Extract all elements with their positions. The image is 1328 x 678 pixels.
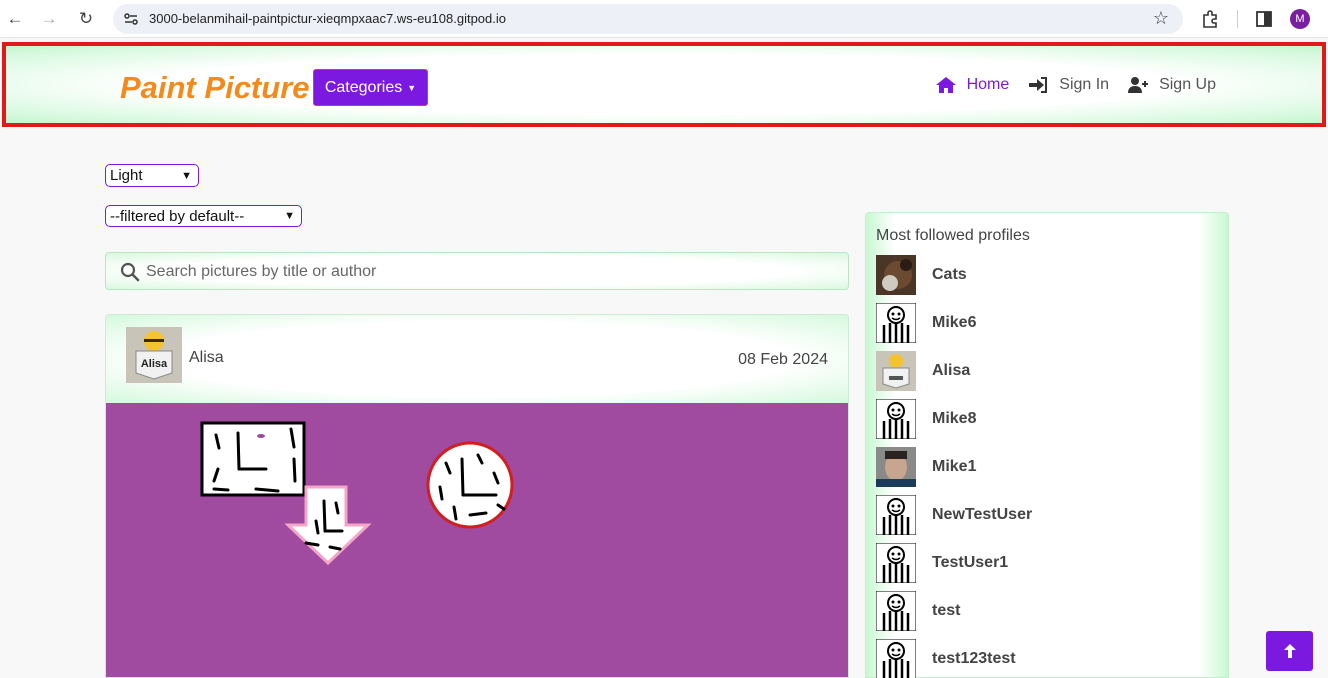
bookmark-star-icon[interactable]: ☆ — [1153, 8, 1169, 29]
back-to-top-button[interactable] — [1266, 631, 1313, 671]
categories-dropdown-button[interactable]: Categories ▼ — [313, 69, 428, 106]
filter-select[interactable]: --filtered by default-- ▼ — [105, 205, 302, 227]
picture-post-card: Alisa Alisa 08 Feb 2024 — [105, 314, 849, 678]
most-followed-sidebar: Most followed profiles Cats Mike6 Alisa Mik… — [865, 212, 1229, 678]
toolbar-divider — [1237, 10, 1238, 28]
profile-name[interactable]: Mike1 — [932, 458, 976, 476]
nav-sign-up[interactable]: Sign Up — [1127, 76, 1216, 94]
side-panel-icon[interactable] — [1254, 9, 1274, 29]
theme-select-value: Light — [110, 167, 143, 184]
picture-canvas[interactable] — [106, 403, 848, 677]
forward-icon[interactable]: → — [37, 7, 61, 31]
profile-avatar[interactable] — [876, 255, 916, 295]
nav-home[interactable]: Home — [935, 76, 1010, 94]
profile-row[interactable]: Mike1 — [876, 447, 976, 487]
post-author-name[interactable]: Alisa — [189, 349, 224, 367]
profile-avatar[interactable] — [876, 639, 916, 678]
browser-toolbar: ← → ↻ 3000-belanmihail-paintpictur-xieqm… — [0, 0, 1328, 38]
url-text: 3000-belanmihail-paintpictur-xieqmpxaac7… — [149, 11, 506, 26]
profile-name[interactable]: NewTestUser — [932, 506, 1032, 524]
user-plus-icon — [1128, 77, 1149, 93]
reload-icon[interactable]: ↻ — [74, 7, 98, 31]
home-icon — [935, 77, 956, 93]
profile-row[interactable]: test — [876, 591, 960, 631]
search-bar — [105, 252, 849, 290]
profile-avatar[interactable] — [876, 399, 916, 439]
author-avatar[interactable]: Alisa — [126, 327, 182, 383]
profile-avatar[interactable] — [876, 543, 916, 583]
sidebar-title: Most followed profiles — [876, 227, 1030, 244]
extensions-icon[interactable] — [1200, 9, 1220, 29]
profile-name[interactable]: Cats — [932, 266, 967, 284]
profile-row[interactable]: Cats — [876, 255, 967, 295]
post-date: 08 Feb 2024 — [738, 351, 828, 368]
categories-label: Categories — [324, 78, 403, 96]
nav-home-label: Home — [966, 76, 1010, 93]
profile-avatar[interactable] — [876, 303, 916, 343]
profile-row[interactable]: NewTestUser — [876, 495, 1032, 535]
profile-row[interactable]: TestUser1 — [876, 543, 1008, 583]
theme-select[interactable]: Light ▼ — [105, 164, 199, 187]
nav-sign-in[interactable]: Sign In — [1027, 76, 1109, 94]
back-icon[interactable]: ← — [3, 7, 27, 31]
browser-profile-avatar[interactable]: M — [1290, 9, 1310, 29]
search-input[interactable] — [146, 261, 836, 283]
nav-sign-up-label: Sign Up — [1159, 76, 1216, 93]
profile-name[interactable]: Mike6 — [932, 314, 976, 332]
post-header: Alisa Alisa 08 Feb 2024 — [106, 315, 848, 403]
main-nav: Home Sign In Sign Up — [935, 76, 1216, 94]
profile-name[interactable]: test — [932, 602, 960, 620]
filter-select-value: --filtered by default-- — [110, 207, 245, 225]
profile-row[interactable]: test123test — [876, 639, 1016, 678]
profile-row[interactable]: Mike8 — [876, 399, 976, 439]
profile-avatar[interactable] — [876, 447, 916, 487]
profile-avatar[interactable] — [876, 351, 916, 391]
nav-sign-in-label: Sign In — [1059, 76, 1110, 93]
profile-row[interactable]: Mike6 — [876, 303, 976, 343]
site-header: Paint Picture Categories ▼ Home Sign In … — [2, 42, 1326, 127]
profile-name[interactable]: Mike8 — [932, 410, 976, 428]
profile-avatar[interactable] — [876, 495, 916, 535]
caret-down-icon: ▼ — [407, 82, 417, 93]
chevron-down-icon: ▼ — [181, 169, 192, 182]
address-bar[interactable]: 3000-belanmihail-paintpictur-xieqmpxaac7… — [113, 4, 1183, 34]
profile-name[interactable]: test123test — [932, 650, 1016, 668]
sign-in-icon — [1029, 77, 1048, 93]
chevron-down-icon: ▼ — [284, 210, 295, 222]
profile-row[interactable]: Alisa — [876, 351, 970, 391]
brand-logo[interactable]: Paint Picture — [120, 70, 310, 106]
site-settings-icon[interactable] — [123, 11, 139, 27]
arrow-up-icon — [1283, 644, 1296, 658]
profile-name[interactable]: TestUser1 — [932, 554, 1008, 572]
profile-name[interactable]: Alisa — [932, 362, 970, 380]
search-icon — [120, 262, 140, 282]
profile-avatar[interactable] — [876, 591, 916, 631]
avatar-lettering: Alisa — [141, 358, 168, 370]
